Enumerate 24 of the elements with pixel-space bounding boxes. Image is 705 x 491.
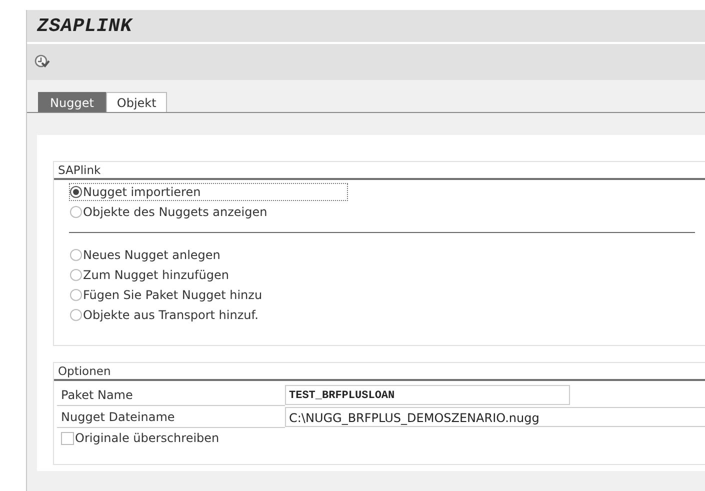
group-title: Optionen [54, 363, 705, 381]
radio-button[interactable] [70, 186, 82, 198]
field-label: Nugget Dateiname [57, 406, 285, 428]
tab[interactable]: Objekt [106, 92, 168, 112]
radio-button[interactable] [70, 289, 82, 301]
radio-button[interactable] [70, 309, 82, 321]
input-field[interactable]: C:\NUGG_BRFPLUS_DEMOSZENARIO.nugg [285, 407, 705, 427]
window-title: ZSAPLINK [37, 15, 132, 37]
radio-option[interactable]: Fügen Sie Paket Nugget hinzu [69, 286, 266, 304]
radio-button[interactable] [70, 206, 82, 218]
input-field[interactable]: TEST_BRFPLUSLOAN [285, 385, 570, 405]
radio-option[interactable]: Objekte des Nuggets anzeigen [69, 203, 270, 221]
field-label: Paket Name [57, 384, 285, 406]
radio-option[interactable]: Neues Nugget anlegen [69, 246, 224, 264]
checkbox-option[interactable]: Originale überschreiben [61, 428, 705, 448]
radio-option[interactable]: Objekte aus Transport hinzuf. [69, 306, 262, 324]
radio-button[interactable] [70, 269, 82, 281]
tab[interactable]: Nugget [38, 92, 106, 112]
group-title: SAPlink [54, 162, 705, 180]
radio-option[interactable]: Zum Nugget hinzufügen [69, 266, 232, 284]
radio-button[interactable] [70, 249, 82, 261]
checkbox[interactable] [61, 432, 74, 444]
radio-option[interactable]: Nugget importieren [69, 183, 348, 201]
execute-icon[interactable] [34, 54, 50, 70]
